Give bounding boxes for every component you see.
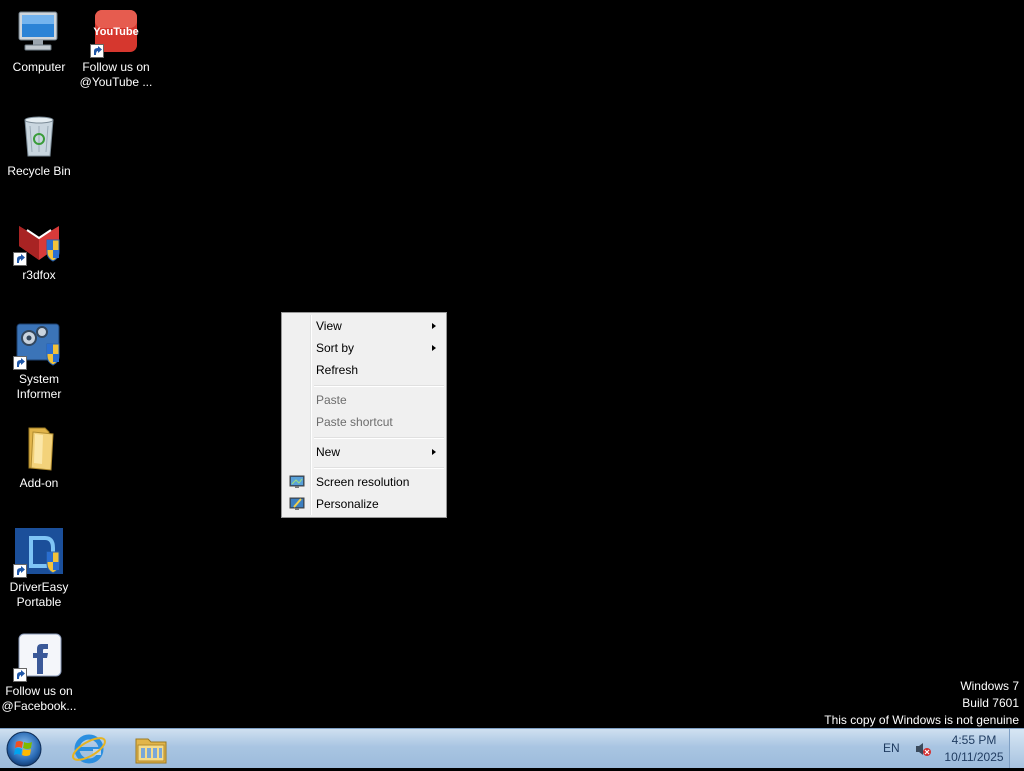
folder-icon xyxy=(15,424,63,472)
desktop-icon-label: r3dfox xyxy=(22,268,56,282)
menu-item-label: Refresh xyxy=(316,363,359,377)
windows-explorer-icon xyxy=(135,738,167,764)
menu-item-label: Paste xyxy=(316,393,347,407)
shortcut-arrow-icon xyxy=(13,252,27,266)
desktop-icon-system-informer[interactable]: System Informer xyxy=(0,320,78,402)
menu-item-label: Personalize xyxy=(316,497,379,511)
taskbar-windows-explorer[interactable] xyxy=(124,731,178,767)
desktop-icon-label: Computer xyxy=(12,60,66,74)
desktop-icon-label: Add-on xyxy=(19,476,59,490)
desktop-icon-label: Follow us on @YouTube ... xyxy=(79,60,153,89)
r3dfox-icon xyxy=(13,216,63,266)
menu-item-label: Paste shortcut xyxy=(316,415,393,429)
desktop-icon-label: System Informer xyxy=(16,372,62,401)
desktop-icon-label: DriverEasy Portable xyxy=(9,580,69,609)
personalize-icon xyxy=(289,496,305,512)
menu-item-paste[interactable]: Paste xyxy=(284,389,444,411)
desktop-icon-recycle-bin[interactable]: Recycle Bin xyxy=(0,112,78,179)
recycle-bin-icon xyxy=(15,112,63,160)
show-desktop-button[interactable] xyxy=(1009,729,1024,768)
clock-time: 4:55 PM xyxy=(951,733,997,747)
start-button[interactable] xyxy=(4,730,44,768)
desktop-icon-facebook[interactable]: Follow us on @Facebook... xyxy=(0,632,78,714)
desktop-icon-computer[interactable]: Computer xyxy=(0,8,78,75)
clock-date: 10/11/2025 xyxy=(944,750,1004,764)
screen-resolution-icon xyxy=(289,474,305,490)
shortcut-arrow-icon xyxy=(90,44,104,58)
windows-watermark: Windows 7 Build 7601 This copy of Window… xyxy=(824,678,1019,729)
menu-item-personalize[interactable]: Personalize xyxy=(284,493,444,515)
drivereasy-icon xyxy=(13,528,63,578)
menu-separator xyxy=(314,385,444,387)
shortcut-arrow-icon xyxy=(13,564,27,578)
desktop-icon-add-on[interactable]: Add-on xyxy=(0,424,78,491)
desktop-icon-drivereasy[interactable]: DriverEasy Portable xyxy=(0,528,78,610)
menu-separator xyxy=(314,437,444,439)
menu-item-sort-by[interactable]: Sort by xyxy=(284,337,444,359)
watermark-os: Windows 7 xyxy=(960,679,1019,693)
taskbar-internet-explorer[interactable] xyxy=(62,731,116,767)
system-informer-icon xyxy=(13,320,63,370)
youtube-icon: YouTube xyxy=(90,8,140,58)
system-clock[interactable]: 4:55 PM 10/11/2025 xyxy=(940,732,1008,766)
watermark-genuine-notice: This copy of Windows is not genuine xyxy=(824,713,1019,727)
watermark-build: Build 7601 xyxy=(962,696,1019,710)
menu-item-paste-shortcut[interactable]: Paste shortcut xyxy=(284,411,444,433)
submenu-arrow-icon xyxy=(432,323,436,329)
menu-item-refresh[interactable]: Refresh xyxy=(284,359,444,381)
menu-item-label: Sort by xyxy=(316,341,355,355)
menu-item-label: Screen resolution xyxy=(316,475,410,489)
desktop-icon-label: Follow us on @Facebook... xyxy=(1,684,77,713)
svg-text:YouTube: YouTube xyxy=(93,26,138,38)
menu-separator xyxy=(314,467,444,469)
submenu-arrow-icon xyxy=(432,449,436,455)
menu-item-view[interactable]: View xyxy=(284,315,444,337)
volume-muted-icon[interactable] xyxy=(914,741,932,757)
desktop-icon-youtube[interactable]: YouTube Follow us on @YouTube ... xyxy=(77,8,155,90)
menu-item-new[interactable]: New xyxy=(284,441,444,463)
submenu-arrow-icon xyxy=(432,345,436,351)
taskbar: EN 4:55 PM 10/11/2025 xyxy=(0,728,1024,768)
internet-explorer-icon xyxy=(72,734,106,764)
menu-item-label: New xyxy=(316,445,341,459)
desktop-icon-r3dfox[interactable]: r3dfox xyxy=(0,216,78,283)
desktop-icon-label: Recycle Bin xyxy=(7,164,71,178)
menu-item-label: View xyxy=(316,319,342,333)
computer-icon xyxy=(15,8,63,56)
shortcut-arrow-icon xyxy=(13,668,27,682)
windows-orb-icon xyxy=(6,731,42,767)
language-indicator[interactable]: EN xyxy=(883,741,900,755)
facebook-icon xyxy=(13,632,63,682)
shortcut-arrow-icon xyxy=(13,356,27,370)
desktop-context-menu: View Sort by Refresh Paste Paste shortcu… xyxy=(281,312,447,518)
menu-item-screen-resolution[interactable]: Screen resolution xyxy=(284,471,444,493)
